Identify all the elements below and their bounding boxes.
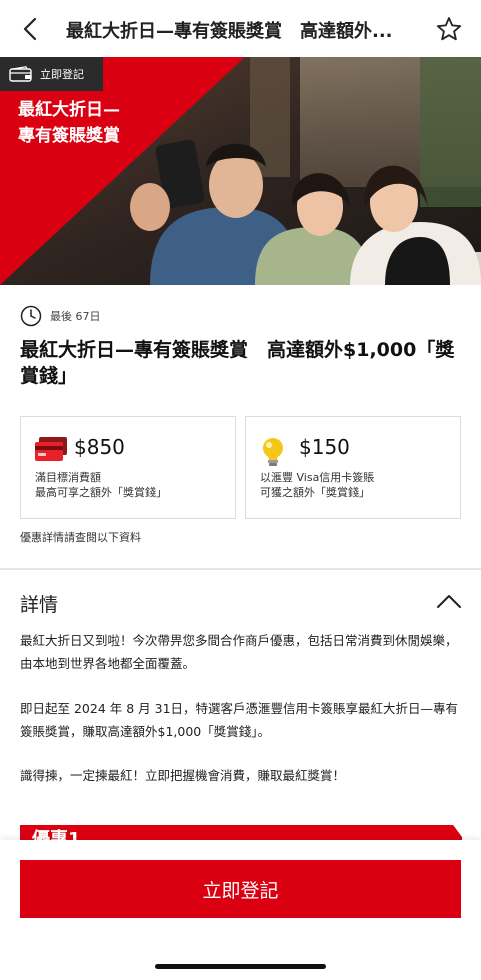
lightbulb-icon [263,438,283,466]
register-chip[interactable]: 立即登記 [0,57,103,91]
details-heading: 詳情 [20,594,59,616]
reward-card-spend: $850 滿目標消費額 最高可享之額外「獎賞錢」 [20,416,236,519]
banner-headline-line1: 最紅大折日— [18,100,120,120]
page-title: 最紅大折日—專有簽賬獎賞 高達額外... [66,21,393,42]
top-nav-bar: 最紅大折日—專有簽賬獎賞 高達額外... [0,0,481,58]
chevron-up-icon[interactable] [434,589,464,613]
details-paragraph: 識得揀，一定揀最紅！立即把握機會消費，賺取最紅獎賞！ [20,768,346,783]
reward-description-line2: 可獲之額外「獎賞錢」 [260,486,370,499]
clock-icon [20,305,42,327]
banner-headline: 最紅大折日— 專有簽賬獎賞 [18,97,120,149]
reward-description: 以滙豐 Visa信用卡簽賬 可獲之額外「獎賞錢」 [260,470,374,500]
details-paragraph: 即日起至 2024 年 8 月 31日，特選客戶憑滙豐信用卡簽賬享最紅大折日—專… [20,701,459,739]
chevron-left-icon[interactable] [18,16,44,42]
reward-description-line1: 以滙豐 Visa信用卡簽賬 [260,471,375,484]
section-divider [0,568,481,570]
star-outline-icon[interactable] [436,16,462,42]
see-details-note: 優惠詳情請查閱以下資料 [20,531,141,544]
wallet-icon [9,66,32,82]
reward-description: 滿目標消費額 最高可享之額外「獎賞錢」 [35,470,167,500]
hero-photo [0,57,481,285]
reward-amount: $150 [299,435,350,459]
hero-banner: 立即登記 最紅大折日— 專有簽賬獎賞 [0,57,481,285]
reward-description-line2: 最高可享之額外「獎賞錢」 [35,486,167,499]
register-now-button[interactable]: 立即登記 [20,860,461,918]
banner-headline-line2: 專有簽賬獎賞 [18,126,120,146]
reward-description-line1: 滿目標消費額 [35,471,101,484]
register-chip-label: 立即登記 [40,68,84,81]
details-paragraph: 最紅大折日又到啦！今次帶畀您多間合作商戶優惠，包括日常消費到休閒娛樂，由本地到世… [20,633,458,671]
reward-card-visa: $150 以滙豐 Visa信用卡簽賬 可獲之額外「獎賞錢」 [245,416,461,519]
home-indicator [155,964,326,969]
days-remaining: 最後 67日 [20,305,101,327]
reward-amount: $850 [74,435,125,459]
bottom-action-bar: 立即登記 [0,840,481,980]
credit-cards-icon [35,437,67,461]
days-remaining-label: 最後 67日 [50,310,101,323]
offer-title: 最紅大折日—專有簽賬獎賞 高達額外$1,000「獎賞錢」 [20,339,455,387]
